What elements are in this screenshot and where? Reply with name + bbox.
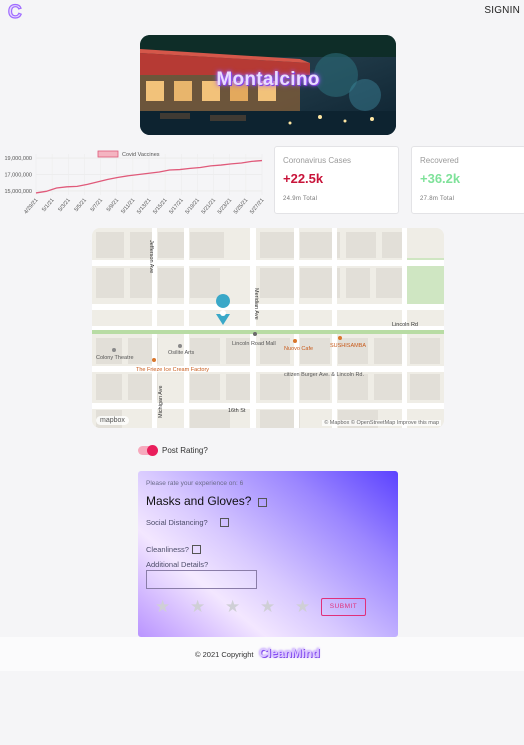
place-ice-cream-factory: The Frieze Ice Cream Factory [136, 367, 209, 373]
place-osilite-arts: Osilite Arts [168, 350, 195, 356]
svg-text:C: C [8, 2, 22, 21]
recovered-value: +36.2k [420, 171, 461, 186]
star-5-icon[interactable]: ★ [295, 598, 310, 615]
logo-icon[interactable]: C [7, 1, 27, 21]
signin-link[interactable]: SIGNIN [484, 5, 520, 16]
x-tick-label: 5/15/21 [152, 197, 168, 215]
recovered-total: 27.8m Total [420, 196, 455, 202]
cleanliness-checkbox[interactable] [192, 545, 201, 554]
header: C SIGNIN [0, 0, 524, 22]
cases-value: +22.5k [283, 171, 324, 186]
star-1-icon[interactable]: ★ [155, 598, 170, 615]
legend-label: Covid Vaccines [122, 152, 160, 158]
rating-hint: Please rate your experience on: 6 [146, 480, 244, 487]
footer: © 2021 Copyright CleanMind [0, 637, 524, 671]
label-16th-st: 16th St [228, 408, 246, 414]
restaurant-icon [293, 339, 297, 343]
vaccine-chart: 19,000,000 17,000,000 15,000,000 4/29/21 5/1… [0, 146, 270, 226]
details-label: Additional Details? [146, 560, 209, 569]
place-lincoln-road-mall: Lincoln Road Mall [232, 341, 276, 347]
x-tick-label: 5/17/21 [168, 197, 184, 215]
x-tick-label: 5/13/21 [136, 197, 152, 215]
submit-button[interactable]: SUBMIT [321, 598, 366, 616]
x-tick-label: 4/29/21 [23, 197, 39, 215]
x-tick-label: 5/1/21 [41, 197, 55, 213]
hero-image: Montalcino [140, 35, 396, 135]
x-tick-label: 5/5/21 [74, 197, 88, 213]
theatre-icon [112, 348, 116, 352]
ice-cream-icon [152, 358, 156, 362]
distancing-question: Social Distancing? [146, 518, 208, 527]
x-tick-label: 5/3/21 [57, 197, 71, 213]
footer-brand[interactable]: CleanMind [259, 646, 320, 660]
x-tick-label: 5/25/21 [233, 197, 249, 215]
star-2-icon[interactable]: ★ [190, 598, 205, 615]
x-tick-label: 5/9/21 [106, 197, 120, 213]
legend-swatch [97, 150, 119, 158]
label-jefferson-ave: Jefferson Ave [148, 240, 154, 273]
x-tick-label: 5/11/21 [120, 197, 136, 215]
masks-question: Masks and Gloves? [146, 494, 252, 508]
x-tick-label: 5/19/21 [185, 197, 201, 215]
recovered-label: Recovered [420, 156, 459, 165]
x-tick-label: 5/7/21 [90, 197, 104, 213]
distancing-checkbox[interactable] [220, 518, 229, 527]
map-canvas[interactable]: Lincoln Rd 16th St Michigan Ave Meridian… [92, 228, 444, 428]
cases-card: Coronavirus Cases +22.5k 24.9m Total [274, 146, 399, 214]
place-nuovo-cafe: Nuovo Cafe [284, 346, 313, 352]
rating-form: Please rate your experience on: 6 Masks … [138, 471, 398, 637]
details-input[interactable] [146, 570, 257, 589]
restaurant-icon-2 [338, 336, 342, 340]
copyright-text: © 2021 Copyright [195, 650, 254, 659]
cleanliness-question: Cleanliness? [146, 545, 189, 554]
post-rating-toggle[interactable] [138, 445, 158, 456]
label-michigan-ave: Michigan Ave [158, 385, 164, 418]
place-colony-theatre: Colony Theatre [96, 355, 134, 361]
x-tick-label: 5/21/21 [201, 197, 217, 215]
y-tick-label: 17,000,000 [4, 173, 32, 179]
place-citizen-burger: citizen Burger Ave. & Lincoln Rd. [284, 372, 364, 378]
post-rating-label: Post Rating? [162, 446, 208, 455]
y-tick-label: 15,000,000 [4, 189, 32, 195]
location-map[interactable]: Lincoln Rd 16th St Michigan Ave Meridian… [92, 228, 444, 428]
map-attribution[interactable]: © Mapbox © OpenStreetMap Improve this ma… [322, 420, 441, 426]
shop-icon [253, 332, 257, 336]
x-tick-label: 5/23/21 [217, 197, 233, 215]
star-3-icon[interactable]: ★ [225, 598, 240, 615]
vaccine-chart-svg: 19,000,00017,000,00015,000,0004/29/21 5/1… [4, 150, 266, 215]
museum-icon [178, 344, 182, 348]
mapbox-logo[interactable]: mapbox [96, 416, 129, 425]
star-4-icon[interactable]: ★ [260, 598, 275, 615]
masks-checkbox[interactable] [258, 498, 267, 507]
y-tick-label: 19,000,000 [4, 156, 32, 162]
x-tick-label: 5/27/21 [249, 197, 265, 215]
label-meridian-ave: Meridian Ave [253, 288, 259, 320]
hero-title: Montalcino [216, 69, 320, 90]
cases-label: Coronavirus Cases [283, 156, 352, 165]
cases-total: 24.9m Total [283, 196, 318, 202]
recovered-card: Recovered +36.2k 27.8m Total [411, 146, 524, 214]
toggle-knob [147, 445, 158, 456]
label-lincoln-rd: Lincoln Rd [392, 322, 418, 328]
place-sushisamba: SUSHISAMBA [330, 343, 366, 349]
